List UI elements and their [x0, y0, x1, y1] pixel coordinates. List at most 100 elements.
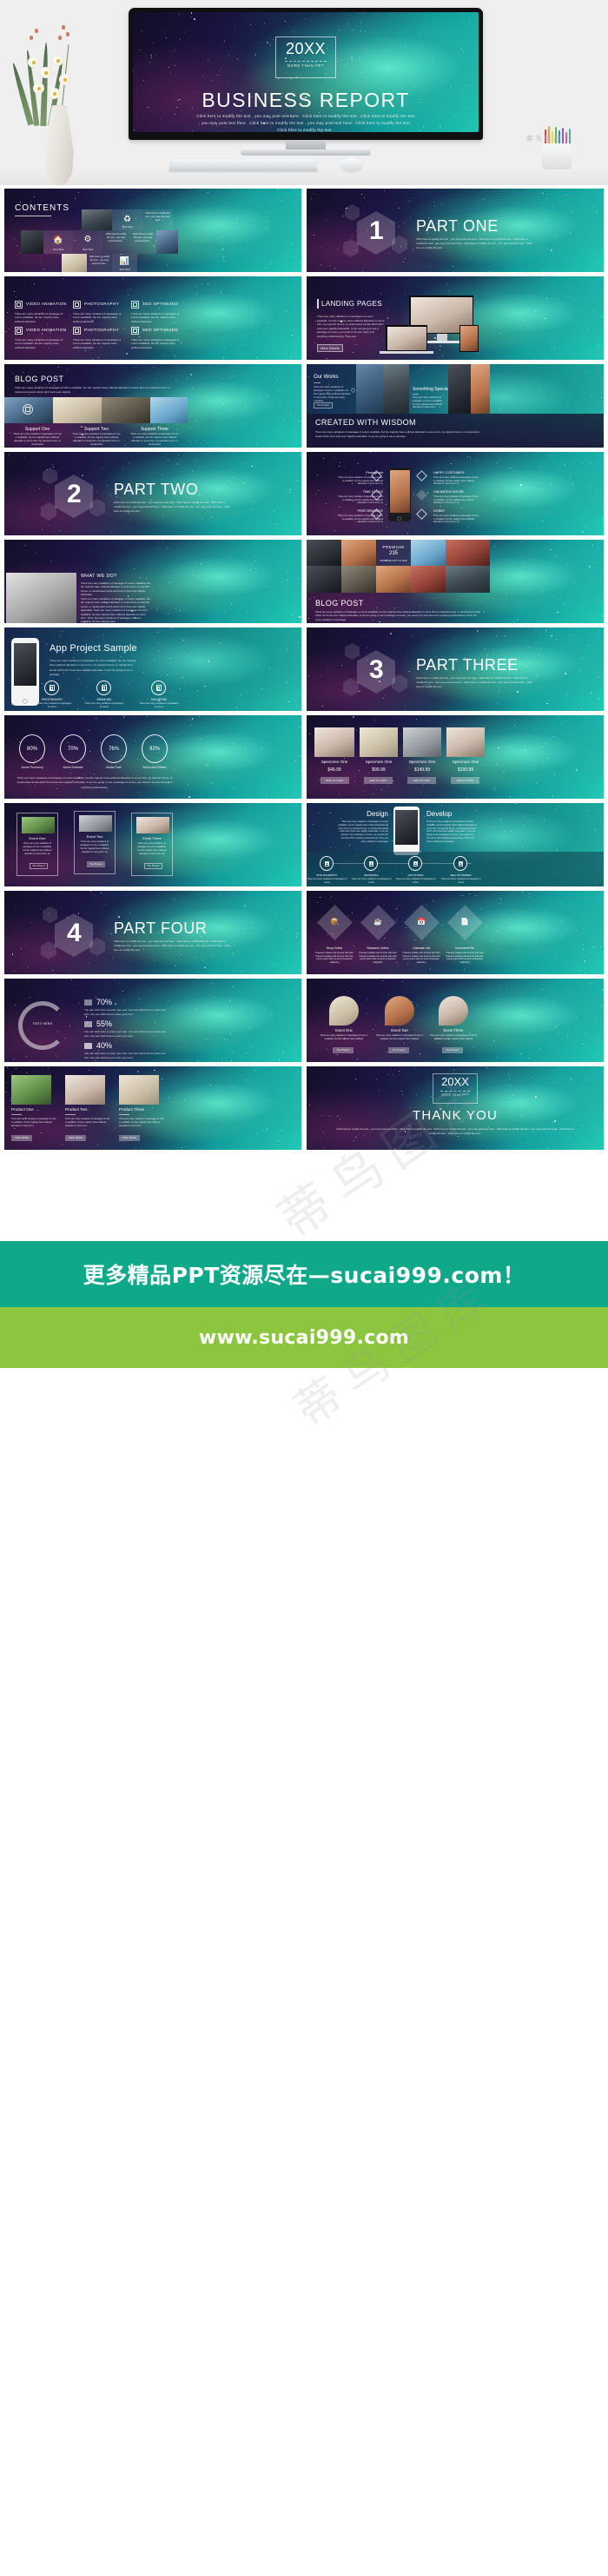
product-body: There are many variations of passages of… [11, 1118, 56, 1127]
photography-icon-ring[interactable] [44, 681, 59, 695]
tablet-mockup [459, 325, 479, 352]
view-more-button[interactable]: VIEW MORE [65, 1135, 86, 1141]
promo-banner-teal[interactable]: 更多精品PPT资源尽在—sucai999.com！ [0, 1241, 608, 1307]
solutions-icon-ring[interactable] [151, 681, 166, 695]
tile-text: Click here to modify the text , you may … [129, 230, 156, 254]
blog-photo [102, 397, 150, 423]
add-to-cart-button[interactable]: ADD TO CART [321, 777, 349, 784]
slide-products[interactable]: Product One There are many variations of… [4, 1066, 301, 1150]
slide-what-we-do[interactable]: WHAT WE DO? There are many variations of… [4, 540, 301, 623]
slide-design-develop[interactable]: Design There are many variations of pass… [307, 803, 604, 886]
tile-icon-gears[interactable]: ⚙ Your Text [73, 230, 102, 254]
skill-label: Adobe Flash [106, 766, 122, 769]
feature-title: HOBBY [433, 509, 446, 513]
tile-photo [62, 254, 87, 272]
product-photo [314, 727, 354, 757]
item-title: PHOTOGRAPHY [41, 698, 63, 701]
view-more-button[interactable]: VIEW MORE [119, 1135, 140, 1141]
promo-banner-green[interactable]: www.sucai999.com [0, 1307, 608, 1368]
feature-title: SEO OPTIMIZED [142, 328, 179, 332]
cover-slide: 20XX MORE THAN PPT BUSINESS REPORT Click… [133, 12, 479, 132]
feature-body: There are many variations of passages of… [433, 476, 479, 486]
slide-donut-stats[interactable]: TEXT HERE 70% You can click here to ente… [4, 979, 301, 1062]
tile-photo [156, 230, 178, 254]
slide-skills[interactable]: 80% Adobe Photoshop 70% Adobe Illustrato… [4, 715, 301, 799]
add-to-cart-button[interactable]: ADD TO CART [451, 777, 479, 784]
project-button[interactable]: The Project [333, 1047, 354, 1053]
slide-part-three[interactable]: 3 PART THREE Click here to modify the te… [307, 627, 604, 711]
page-title: App Project Sample [50, 643, 137, 654]
support-title: Support Three [141, 427, 169, 432]
cover-year: 20XX [285, 40, 327, 57]
event-drop-photo [385, 996, 414, 1026]
event-card[interactable]: Event One There are many variations of p… [17, 813, 58, 876]
slide-features-grid[interactable]: VIDEO ANIMATION There are many variation… [4, 276, 301, 360]
project-button[interactable]: The Project [314, 402, 333, 408]
slide-phone-features[interactable]: Photograph There are many variations of … [307, 452, 604, 535]
gallery-photo [411, 540, 446, 566]
project-button[interactable]: The Project [388, 1047, 409, 1053]
add-to-cart-button[interactable]: ADD TO CART [364, 777, 393, 784]
cover-title: BUSINESS REPORT [202, 89, 410, 111]
tile-icon-chart[interactable]: 📊 Your Text [112, 254, 137, 272]
slide-shop[interactable]: Specimen One $49.99 ADD TO CART Specimen… [307, 715, 604, 799]
add-to-cart-button[interactable]: ADD TO CART [407, 777, 436, 784]
slide-part-two[interactable]: 2 PART TWO Click here to modify the text… [4, 452, 301, 535]
slide-events-drops[interactable]: Event One There are many variations of p… [307, 979, 604, 1062]
legend-swatch [84, 1043, 92, 1049]
seo-icon-ring[interactable] [453, 856, 467, 871]
event-card[interactable]: Event Two There are many variations of p… [74, 811, 116, 874]
tile-icon-home[interactable]: 🏠 Your Text [43, 230, 73, 254]
event-card[interactable]: Event Three There are many variations of… [131, 813, 173, 876]
skill-label: Adobe Photoshop [21, 766, 43, 769]
solutions-icon-ring[interactable] [408, 856, 422, 871]
tile-body: Click here to modify the text , you may … [145, 212, 170, 222]
project-button[interactable]: The Project [442, 1047, 463, 1053]
item-body: Praesent sodales odio sit amet odio tris… [446, 952, 484, 964]
recycle-icon: ♻ [123, 215, 131, 224]
branding-icon-ring[interactable] [364, 856, 378, 871]
slide-grid: CONTENTS ♻ Your Text Click here to modif… [0, 185, 608, 1150]
part-number: 1 [369, 216, 384, 245]
slide-landing-pages[interactable]: LANDING PAGES There are many variations … [307, 276, 604, 360]
sub-underline [413, 394, 419, 395]
slide-events[interactable]: Event One There are many variations of p… [4, 803, 301, 886]
project-button[interactable]: The Project [87, 861, 105, 867]
photography-icon-ring[interactable] [320, 856, 334, 871]
page-title: CONTENTS [15, 203, 69, 213]
tile-label: Your Text [122, 225, 133, 229]
slide-blog-post-1[interactable]: BLOG POST There are many variations of p… [4, 364, 301, 448]
keyboard [169, 159, 318, 172]
slide-part-four[interactable]: 4 PART FOUR Click here to modify the tex… [4, 891, 301, 974]
slide-diamonds[interactable]: 📦 Shop Online Praesept sodales odio sit … [307, 891, 604, 974]
more-details-button[interactable]: More Details [317, 344, 343, 352]
slide-contents[interactable]: CONTENTS ♻ Your Text Click here to modif… [4, 189, 301, 272]
tile-icon-recycle[interactable]: ♻ Your Text [112, 209, 142, 230]
steps-connector [327, 863, 472, 864]
frame-icon [324, 860, 329, 866]
event-body: There are many variations of passages of… [80, 840, 109, 853]
view-more-button[interactable]: VIEW MORE [11, 1135, 32, 1141]
product-photo [446, 727, 485, 757]
project-button[interactable]: The Project [30, 863, 48, 869]
part-number: 3 [369, 655, 384, 684]
tile-label: Your Text [82, 248, 94, 251]
project-button[interactable]: The Project [144, 863, 162, 869]
premium-label: PREMIUM [382, 545, 405, 549]
slide-our-works[interactable]: Our Works There are many variations of p… [307, 364, 604, 448]
tile-label: Your Text [52, 248, 64, 251]
slide-part-one[interactable]: 1 PART ONE Click here to modify the text… [307, 189, 604, 272]
slide-blog-post-2[interactable]: PREMIUM 235 IMPRESSED WITH US NOW BLOG P… [307, 540, 604, 623]
section-title: Our Works [314, 375, 339, 380]
right-body: There are many variations of passages of… [426, 820, 477, 843]
branding-icon-ring[interactable] [96, 681, 111, 695]
slide-thank-you[interactable]: 20XX MORE THAN PPT THANK YOU Click here … [307, 1066, 604, 1150]
slide-app-project[interactable]: App Project Sample There are many variat… [4, 627, 301, 711]
step-title: PHOTOGRAPHY [316, 873, 338, 877]
cover-subtitle: Click here to modify the text , you may … [196, 114, 415, 132]
diamond-icon: ◇ [351, 388, 356, 394]
blog-photo [150, 397, 188, 423]
frame-icon [73, 301, 81, 309]
frame-icon [155, 685, 162, 691]
footer-spacer-bottom [0, 1368, 608, 1524]
